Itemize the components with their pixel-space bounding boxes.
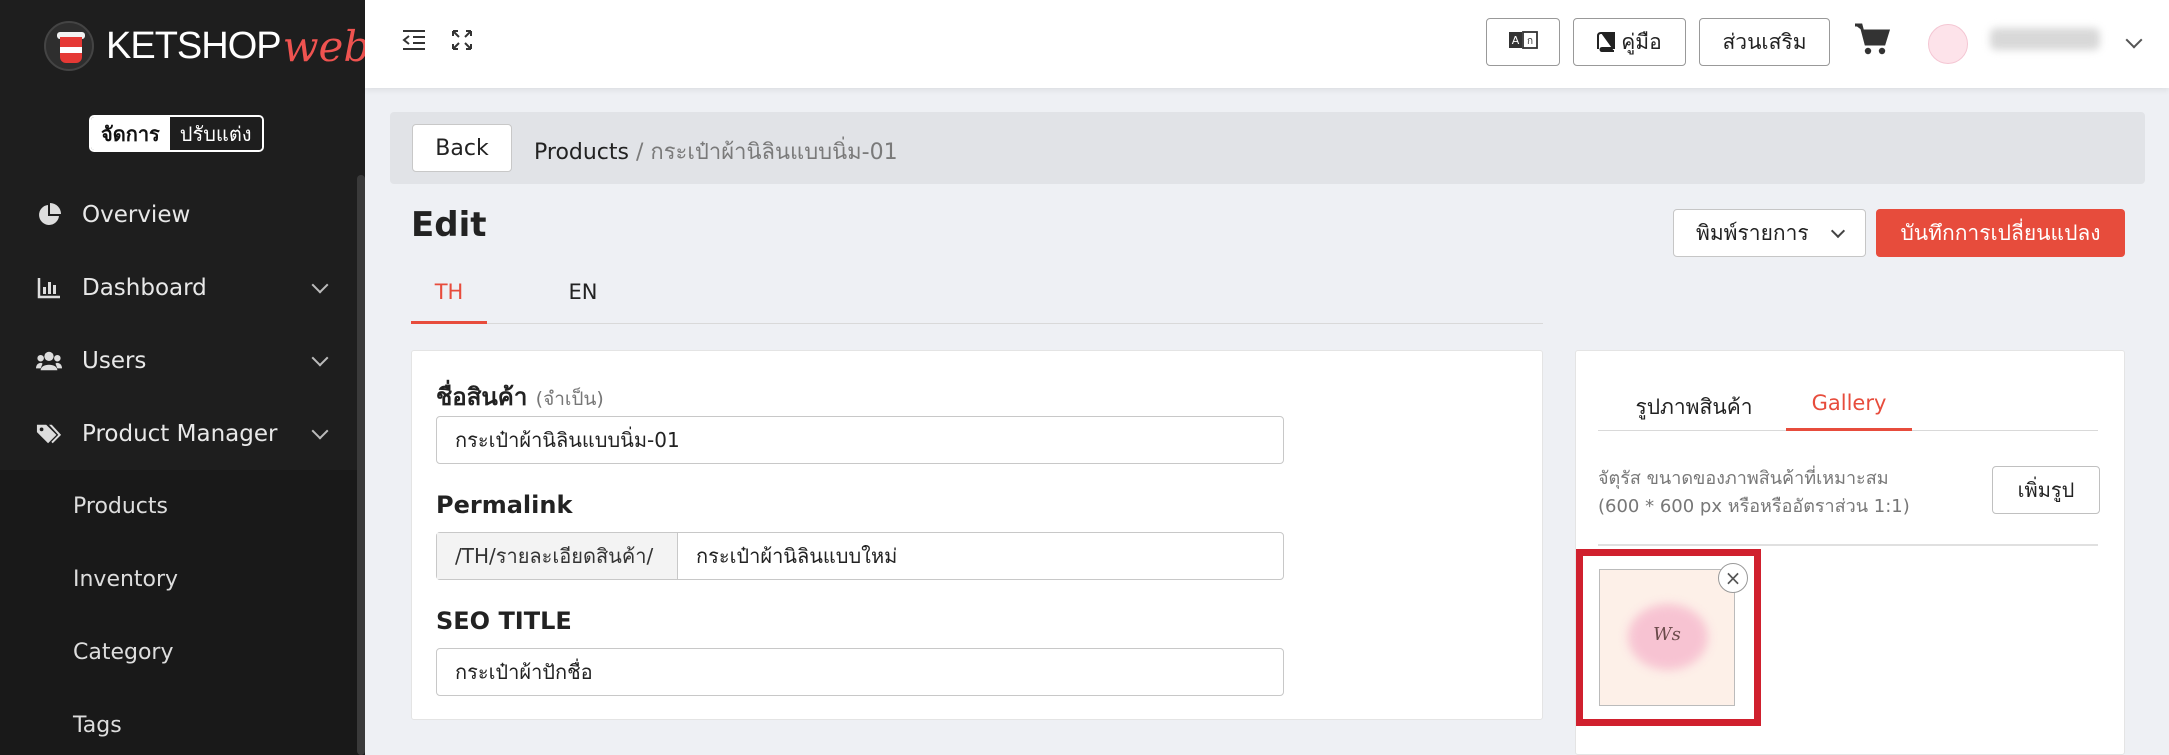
manual-label: คู่มือ: [1621, 29, 1662, 54]
sidebar-item-label: Product Manager: [82, 420, 278, 447]
sidebar-subitem-inventory[interactable]: Inventory: [0, 543, 360, 616]
mode-switch[interactable]: จัดการ ปรับแต่ง: [89, 115, 264, 152]
tab-th[interactable]: TH: [411, 280, 487, 324]
breadcrumb-parent[interactable]: Products: [534, 140, 629, 165]
permalink-label: Permalink: [436, 491, 573, 519]
sidebar-subitem-category[interactable]: Category: [0, 616, 360, 689]
sidebar-subitem-tags[interactable]: Tags: [0, 689, 360, 755]
divider: [1598, 544, 2098, 546]
chevron-down-icon: [311, 276, 329, 294]
pie-chart-icon: [36, 202, 62, 228]
sidebar-item-dashboard[interactable]: Dashboard: [0, 251, 360, 324]
permalink-field[interactable]: /TH/รายละเอียดสินค้า/ กระเป๋าผ้านิลินแบบ…: [436, 532, 1284, 580]
product-form-card: ชื่อสินค้า (จำเป็น) กระเป๋าผ้านิลินแบบนิ…: [411, 350, 1543, 720]
tab-en[interactable]: EN: [545, 280, 621, 324]
seo-title-input[interactable]: กระเป๋าผ้าปักชื่อ: [436, 648, 1284, 696]
language-tabs: TH EN: [411, 268, 1543, 324]
product-name-label: ชื่อสินค้า (จำเป็น): [436, 383, 604, 411]
mode-customize-button[interactable]: ปรับแต่ง: [169, 117, 262, 150]
save-changes-button[interactable]: บันทึกการเปลี่ยนแปลง: [1876, 209, 2125, 257]
breadcrumb-current: กระเป๋าผ้านิลินแบบนิ่ม-01: [650, 140, 898, 165]
image-size-hint: จัตุรัส ขนาดของภาพสินค้าที่เหมาะสม (600 …: [1598, 468, 1910, 517]
sidebar-item-overview[interactable]: Overview: [0, 178, 360, 251]
bar-chart-icon: [36, 275, 62, 301]
sidebar-nav: Overview Dashboard Users Product Manager…: [0, 178, 360, 755]
logo-cup-icon: [44, 21, 94, 71]
sidebar-item-label: Overview: [82, 201, 191, 228]
breadcrumb-bar: Back Products / กระเป๋าผ้านิลินแบบนิ่ม-0…: [390, 112, 2145, 184]
top-bar: Aก คู่มือ ส่วนเสริม: [365, 0, 2169, 88]
back-button[interactable]: Back: [412, 124, 512, 172]
gallery-thumbnail[interactable]: Ws: [1599, 569, 1735, 706]
avatar[interactable]: [1928, 24, 1968, 64]
sidebar-item-label: Dashboard: [82, 274, 207, 301]
page-title: Edit: [411, 205, 487, 245]
mode-manage-button[interactable]: จัดการ: [91, 117, 170, 150]
manual-button[interactable]: คู่มือ: [1573, 18, 1686, 66]
collapse-sidebar-icon[interactable]: [401, 28, 429, 56]
users-icon: [36, 348, 62, 374]
tags-icon: [36, 421, 62, 447]
cart-icon[interactable]: [1854, 22, 1892, 58]
user-name-blurred[interactable]: [1990, 28, 2100, 50]
image-tabs: รูปภาพสินค้า Gallery: [1598, 375, 2098, 431]
fullscreen-icon[interactable]: [450, 28, 478, 56]
sidebar-item-users[interactable]: Users: [0, 324, 360, 397]
remove-image-button[interactable]: ×: [1718, 563, 1748, 593]
permalink-prefix: /TH/รายละเอียดสินค้า/: [437, 533, 678, 579]
tab-product-image[interactable]: รูปภาพสินค้า: [1624, 391, 1764, 431]
addons-button[interactable]: ส่วนเสริม: [1699, 18, 1830, 66]
required-note: (จำเป็น): [535, 388, 604, 410]
brand-name: KETSHOP: [106, 24, 282, 67]
product-name-input[interactable]: กระเป๋าผ้านิลินแบบนิ่ม-01: [436, 416, 1284, 464]
sidebar-scrollbar[interactable]: [357, 175, 365, 755]
chevron-down-icon: [311, 349, 329, 367]
print-dropdown[interactable]: พิมพ์รายการ: [1673, 209, 1866, 257]
sidebar-item-label: Users: [82, 347, 147, 374]
svg-text:A: A: [1512, 34, 1520, 47]
chevron-down-icon: [1830, 223, 1846, 239]
sidebar: KETSHOP web จัดการ ปรับแต่ง Overview Das…: [0, 0, 370, 755]
brand-suffix: web: [282, 21, 371, 71]
sidebar-item-product-manager[interactable]: Product Manager: [0, 397, 360, 470]
tab-gallery[interactable]: Gallery: [1786, 391, 1912, 431]
book-icon: [1597, 32, 1616, 52]
chevron-down-icon: [311, 422, 329, 440]
translate-button[interactable]: Aก: [1486, 18, 1560, 66]
print-label: พิมพ์รายการ: [1696, 220, 1809, 245]
svg-text:ก: ก: [1527, 36, 1533, 47]
addons-label: ส่วนเสริม: [1722, 29, 1807, 54]
brand-logo[interactable]: KETSHOP web: [44, 18, 370, 74]
translate-icon: Aก: [1508, 30, 1538, 54]
sidebar-subitem-products[interactable]: Products: [0, 470, 360, 543]
breadcrumb-separator: /: [636, 140, 644, 165]
thumbnail-logo-text: Ws: [1653, 624, 1681, 645]
breadcrumb: Products / กระเป๋าผ้านิลินแบบนิ่ม-01: [534, 134, 898, 169]
add-image-button[interactable]: เพิ่มรูป: [1992, 466, 2100, 514]
permalink-input[interactable]: กระเป๋าผ้านิลินแบบใหม่: [678, 533, 1283, 579]
seo-title-label: SEO TITLE: [436, 607, 572, 635]
